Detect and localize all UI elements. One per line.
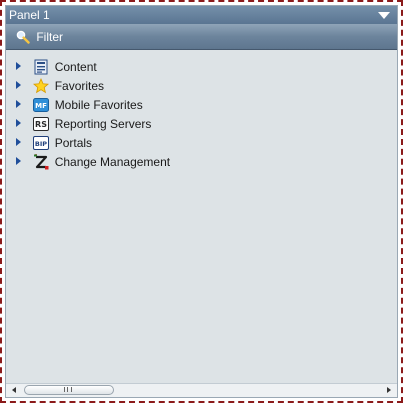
expand-arrow-icon[interactable] [16,157,21,165]
icon-badge-text: RS [35,120,47,129]
filter-icon [16,30,30,44]
scrollbar-thumb[interactable] [24,385,114,395]
tree-item-content[interactable]: Content [14,58,170,77]
filter-label: Filter [36,30,64,44]
tree-item-label: Reporting Servers [54,117,152,131]
tree-item-label: Favorites [54,79,105,93]
tree-item-portals[interactable]: BIP Portals [14,134,170,153]
reporting-servers-icon: RS [33,117,50,131]
navigation-tree: Content Favorites MF Mobile Favorites RS… [14,58,170,172]
icon-badge-text: BIP [35,140,47,148]
tree-item-label: Portals [54,136,93,150]
grip-icon [64,387,72,392]
panel: Panel 1 Filter Content Favorites MF Mobi… [5,5,398,398]
icon-badge-text: MF [35,102,47,110]
mobile-favorites-icon: MF [33,98,50,112]
outer-frame: Panel 1 Filter Content Favorites MF Mobi… [0,0,403,403]
tree-item-label: Change Management [54,155,171,169]
panel-menu-dropdown-icon[interactable] [378,12,390,19]
portals-icon: BIP [33,136,50,150]
tree-item-label: Mobile Favorites [54,98,143,112]
expand-arrow-icon[interactable] [16,100,21,108]
horizontal-scrollbar[interactable] [6,383,397,397]
tree-item-mobile-favorites[interactable]: MF Mobile Favorites [14,96,170,115]
change-management-icon [34,154,49,170]
panel-header: Panel 1 [6,6,397,24]
tree-item-label: Content [54,60,97,74]
tree-item-change-management[interactable]: Change Management [14,153,170,172]
tree-item-reporting-servers[interactable]: RS Reporting Servers [14,115,170,134]
star-icon [33,78,50,94]
panel-title: Panel 1 [9,8,50,22]
filter-button[interactable]: Filter [6,24,397,50]
expand-arrow-icon[interactable] [16,119,21,127]
expand-arrow-icon[interactable] [16,138,21,146]
scroll-left-arrow-icon[interactable] [12,387,16,393]
content-icon [34,59,48,75]
expand-arrow-icon[interactable] [16,81,21,89]
scroll-right-arrow-icon[interactable] [387,387,391,393]
tree-item-favorites[interactable]: Favorites [14,77,170,96]
expand-arrow-icon[interactable] [16,62,21,70]
